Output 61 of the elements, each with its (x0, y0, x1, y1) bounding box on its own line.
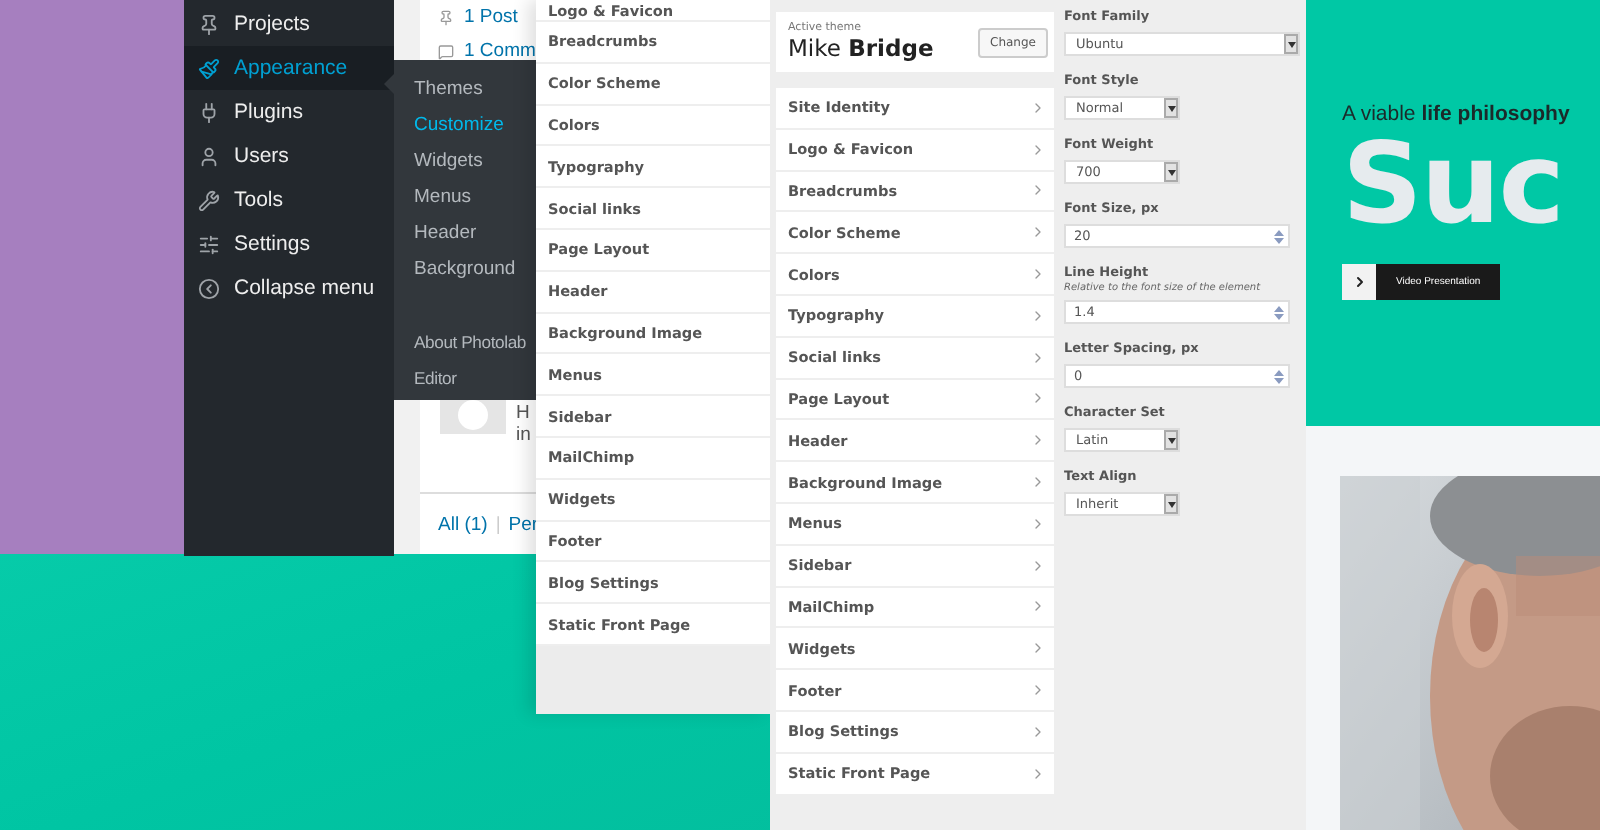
collapse-icon (198, 277, 220, 299)
admin-menu-item[interactable]: Settings (184, 222, 394, 266)
spinner-icon (1274, 369, 1284, 383)
comments-link[interactable]: 1 Comm (464, 40, 536, 62)
tagline: A viable life philosophy (1342, 102, 1572, 126)
play-button[interactable] (1342, 264, 1376, 300)
comment-author: H (516, 402, 530, 424)
chevron-icon (1030, 515, 1046, 532)
comment-text: in (516, 424, 531, 446)
dropdown-icon (1164, 430, 1178, 450)
submenu-item[interactable]: Header (414, 216, 536, 252)
submenu-item[interactable]: Widgets (414, 144, 536, 180)
chevron-icon (1030, 390, 1046, 407)
chevron-icon (1030, 640, 1046, 657)
comment-icon (438, 43, 454, 59)
submenu-item[interactable]: Editor (414, 360, 536, 396)
submenu-item[interactable]: Customize (414, 108, 536, 144)
sliders-icon (198, 233, 220, 255)
filter-link[interactable]: Per (508, 514, 539, 536)
separator: | (495, 514, 501, 536)
submenu-item[interactable]: Background (414, 252, 536, 288)
chevron-icon (1030, 474, 1046, 491)
spinner-icon (1274, 305, 1284, 319)
chevron-icon (1351, 274, 1367, 290)
chevron-icon (1030, 682, 1046, 699)
chevron-icon (1030, 349, 1046, 366)
chevron-icon (1030, 598, 1046, 615)
submenu-item[interactable]: Menus (414, 180, 536, 216)
dropdown-icon (1164, 494, 1178, 514)
chevron-icon (1030, 141, 1046, 158)
dropdown-icon (1164, 98, 1178, 118)
filter-link[interactable]: All (1) (438, 514, 488, 536)
chevron-icon (1030, 307, 1046, 324)
chevron-icon (1030, 765, 1046, 782)
plug-icon (198, 101, 220, 123)
dropdown-icon (1164, 162, 1178, 182)
dropdown-icon (1284, 34, 1298, 54)
pin-icon (198, 13, 220, 35)
admin-menu-item[interactable]: Users (184, 134, 394, 178)
admin-menu-item[interactable]: Collapse menu (184, 266, 394, 310)
chevron-icon (1030, 182, 1046, 199)
admin-menu-item[interactable]: Plugins (184, 90, 394, 134)
chevron-icon (1030, 266, 1046, 283)
submenu-item[interactable]: About Photolab (414, 324, 536, 360)
chevron-icon (1030, 432, 1046, 449)
submenu-item[interactable]: Themes (414, 72, 536, 108)
headline: Suc (1342, 126, 1563, 246)
paintbrush-icon (198, 57, 220, 79)
posts-link[interactable]: 1 Post (464, 6, 518, 28)
chevron-icon (1030, 224, 1046, 241)
chevron-icon (1030, 723, 1046, 740)
admin-menu-item[interactable]: Tools (184, 178, 394, 222)
chevron-icon (1030, 99, 1046, 116)
spinner-icon (1274, 229, 1284, 243)
theme-name: Mike Bridge (788, 34, 934, 62)
pin-icon (438, 9, 454, 25)
user-icon (198, 145, 220, 167)
admin-menu-item[interactable]: Appearance (184, 46, 394, 90)
wrench-icon (198, 189, 220, 211)
admin-menu-item[interactable]: Projects (184, 2, 394, 46)
chevron-icon (1030, 557, 1046, 574)
